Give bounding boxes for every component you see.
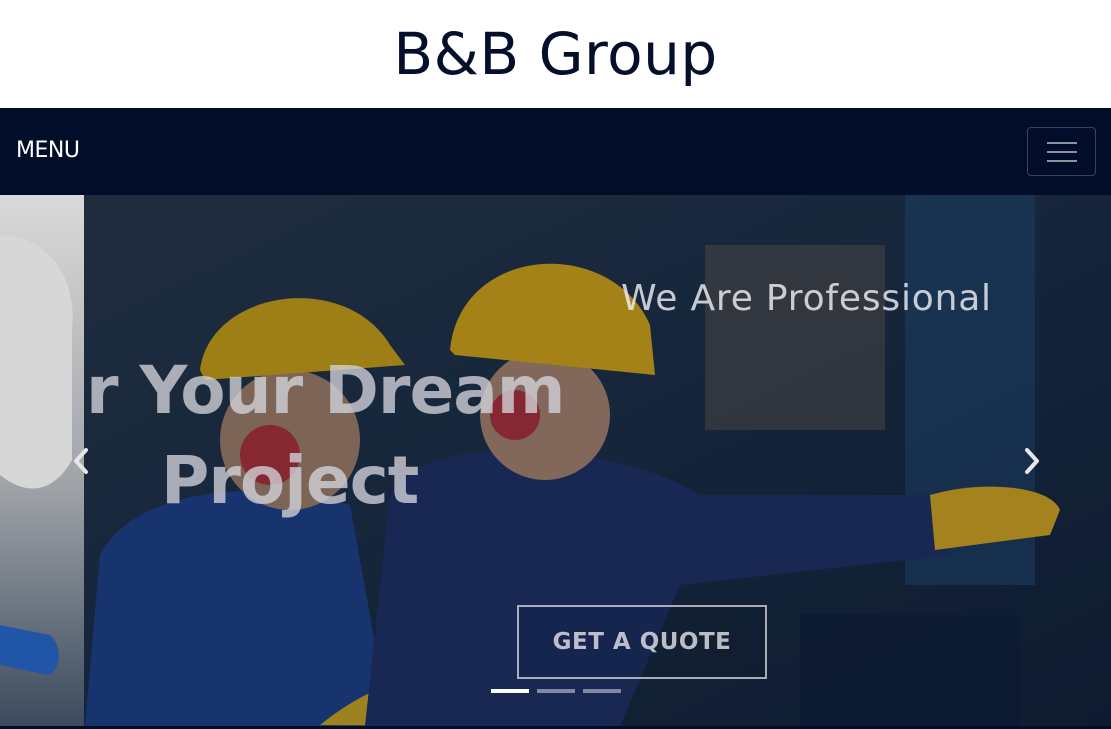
hero-heading-line-2: Project	[161, 442, 419, 519]
menu-label[interactable]: MENU	[16, 138, 80, 163]
site-title: B&B Group	[393, 20, 718, 88]
hamburger-menu-icon	[1047, 140, 1077, 164]
carousel-next-button[interactable]	[1017, 444, 1047, 478]
site-header: B&B Group	[0, 0, 1111, 108]
get-a-quote-button[interactable]: GET A QUOTE	[517, 605, 767, 679]
carousel-indicators	[491, 689, 621, 695]
chevron-left-icon	[74, 448, 88, 474]
hero-heading-line-1: r Your Dream	[86, 352, 566, 429]
hamburger-menu-button[interactable]	[1027, 127, 1096, 176]
carousel-indicator-1[interactable]	[491, 689, 529, 693]
navbar: MENU	[0, 108, 1111, 195]
carousel-indicator-2[interactable]	[537, 689, 575, 693]
carousel-indicator-3[interactable]	[583, 689, 621, 693]
carousel-prev-button[interactable]	[66, 444, 96, 478]
hero-subtitle: We Are Professional	[621, 278, 992, 319]
chevron-right-icon	[1025, 448, 1039, 474]
